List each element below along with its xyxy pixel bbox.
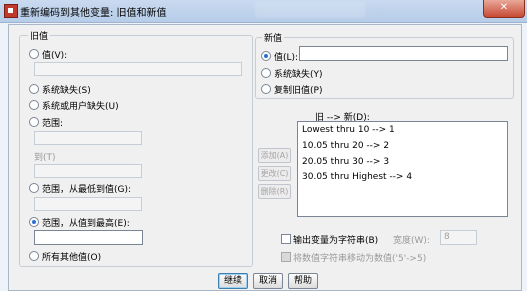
list-item[interactable]: 20.05 thru 30 --> 3 — [302, 157, 389, 167]
old-range-lowest-radio[interactable] — [29, 183, 39, 193]
new-value-radio-label: 值(L): — [274, 53, 299, 63]
old-range-from-input[interactable] — [34, 131, 142, 145]
old-value-radio-label: 值(V): — [42, 51, 68, 61]
title-bar-glare — [255, 2, 365, 18]
old-range-lowest-input[interactable] — [34, 197, 142, 211]
old-value-input[interactable] — [34, 62, 242, 76]
output-as-string-label: 输出变量为字符串(B) — [293, 236, 379, 246]
old-all-other-radio[interactable] — [29, 251, 39, 261]
cancel-button[interactable]: 取消 — [253, 273, 283, 289]
convert-numeric-label: 将数值字符串移动为数值('5'->5) — [293, 254, 427, 264]
close-button[interactable]: ✕ — [483, 0, 525, 18]
change-button[interactable]: 更改(C) — [258, 166, 291, 181]
remove-button[interactable]: 删除(R) — [258, 184, 291, 199]
add-button[interactable]: 添加(A) — [258, 148, 291, 163]
copy-old-value-label: 复制旧值(P) — [274, 86, 323, 96]
title-bar: 重新编码到其他变量: 旧值和新值 ✕ — [0, 0, 527, 23]
old-range-highest-input[interactable] — [34, 230, 143, 245]
old-new-listbox[interactable]: Lowest thru 10 --> 1 10.05 thru 20 --> 2… — [297, 121, 508, 217]
old-system-or-user-missing-label: 系统或用户缺失(U) — [42, 102, 119, 112]
old-range-through-label: 到(T) — [34, 153, 56, 163]
old-range-radio[interactable] — [29, 117, 39, 127]
convert-numeric-checkbox[interactable] — [281, 252, 291, 262]
old-range-highest-label: 范围，从值到最高(E): — [42, 219, 130, 229]
old-range-to-input[interactable] — [34, 164, 142, 178]
old-system-missing-radio[interactable] — [29, 84, 39, 94]
continue-button[interactable]: 继续 — [218, 273, 248, 289]
new-value-input[interactable] — [299, 46, 508, 61]
old-value-legend: 旧值 — [28, 29, 51, 42]
list-item[interactable]: Lowest thru 10 --> 1 — [302, 125, 395, 135]
new-value-legend: 新值 — [262, 31, 285, 44]
list-item[interactable]: 10.05 thru 20 --> 2 — [302, 141, 389, 151]
old-system-missing-label: 系统缺失(S) — [42, 86, 91, 96]
old-value-radio[interactable] — [29, 49, 39, 59]
width-label: 宽度(W): — [393, 236, 430, 246]
help-button[interactable]: 帮助 — [288, 273, 318, 289]
new-system-missing-radio[interactable] — [261, 68, 271, 78]
window-title: 重新编码到其他变量: 旧值和新值 — [20, 8, 167, 19]
old-range-label: 范围: — [42, 119, 64, 129]
old-range-highest-radio[interactable] — [29, 217, 39, 227]
list-item[interactable]: 30.05 thru Highest --> 4 — [302, 172, 412, 182]
old-range-lowest-label: 范围，从最低到值(G): — [42, 185, 132, 195]
old-system-or-user-missing-radio[interactable] — [29, 100, 39, 110]
new-system-missing-label: 系统缺失(Y) — [274, 70, 323, 80]
spss-app-icon — [4, 4, 18, 18]
width-input[interactable]: 8 — [440, 230, 477, 245]
output-as-string-checkbox[interactable] — [281, 234, 291, 244]
copy-old-value-radio[interactable] — [261, 84, 271, 94]
old-all-other-label: 所有其他值(O) — [42, 253, 102, 263]
new-value-radio[interactable] — [261, 51, 271, 61]
